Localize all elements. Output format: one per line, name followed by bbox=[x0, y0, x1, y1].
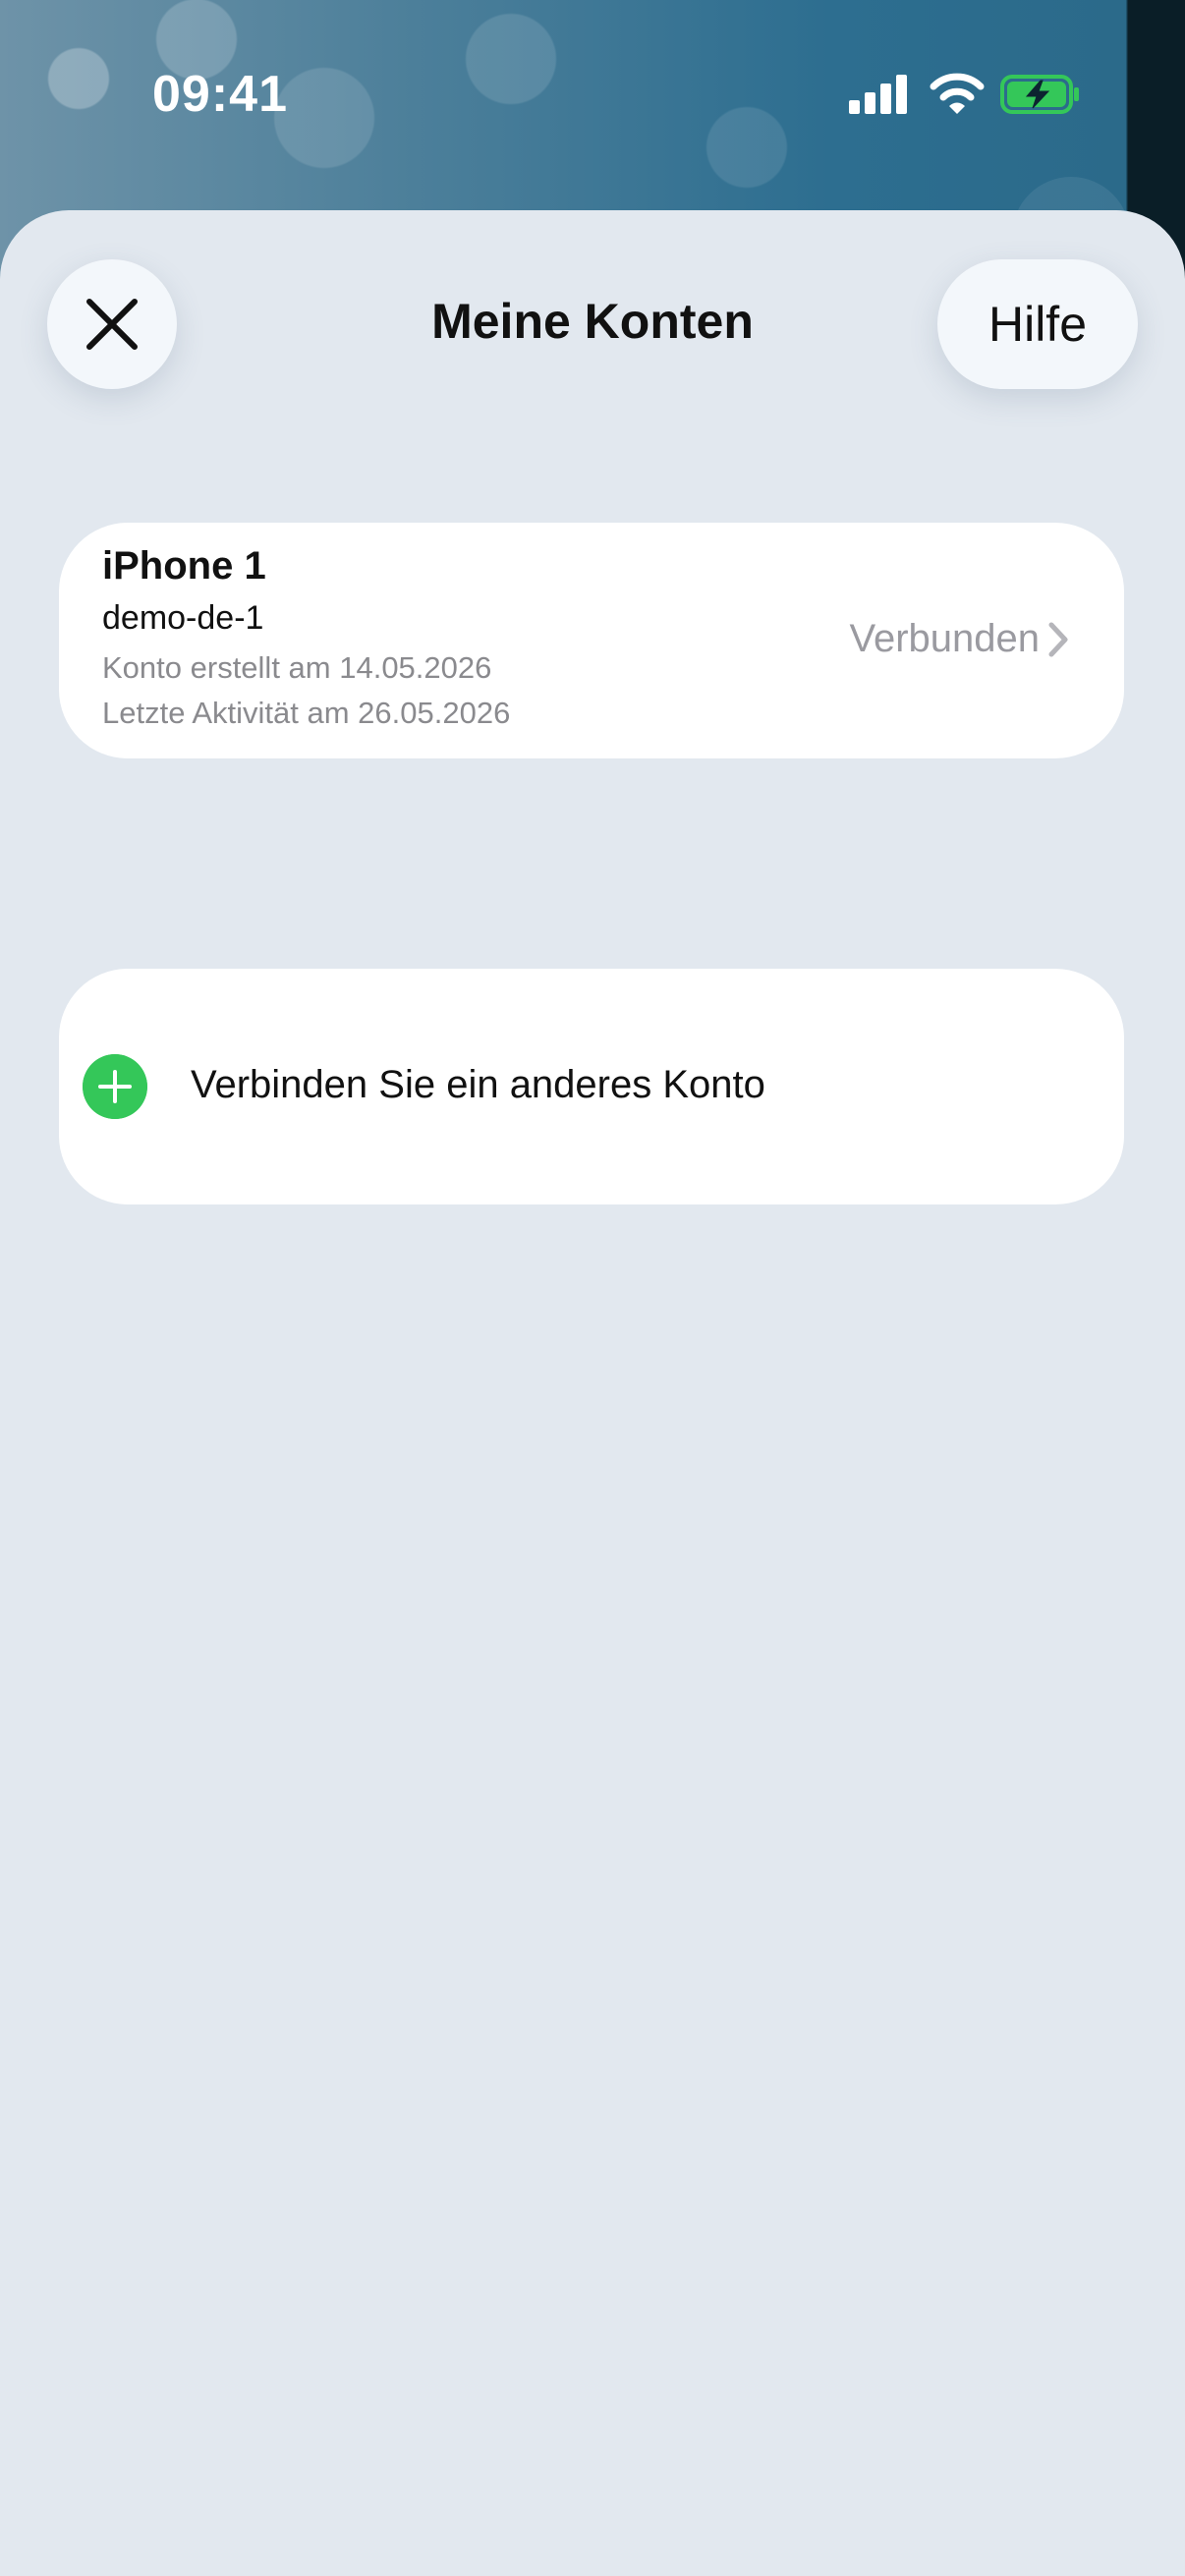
wifi-icon bbox=[930, 73, 985, 114]
status-icons bbox=[845, 69, 1081, 124]
account-last-activity: Letzte Aktivität am 26.05.2026 bbox=[102, 696, 511, 730]
account-id: demo-de-1 bbox=[102, 599, 264, 637]
status-bar: 09:41 bbox=[0, 0, 1185, 187]
connection-status[interactable]: Verbunden bbox=[849, 617, 1069, 661]
chevron-right-icon bbox=[1048, 622, 1068, 656]
connection-status-label: Verbunden bbox=[849, 617, 1040, 660]
accounts-sheet: Meine Konten Hilfe iPhone 1 demo-de-1 Ko… bbox=[0, 210, 1185, 2576]
account-card[interactable]: iPhone 1 demo-de-1 Konto erstellt am 14.… bbox=[59, 523, 1124, 758]
device-name: iPhone 1 bbox=[102, 544, 266, 588]
battery-charging-icon bbox=[1000, 75, 1079, 114]
account-created-date: Konto erstellt am 14.05.2026 bbox=[102, 650, 492, 685]
status-time: 09:41 bbox=[152, 66, 288, 123]
plus-icon bbox=[83, 1054, 147, 1119]
help-button[interactable]: Hilfe bbox=[937, 259, 1138, 389]
connect-account-button[interactable]: Verbinden Sie ein anderes Konto bbox=[59, 969, 1124, 1204]
cellular-signal-icon bbox=[849, 75, 908, 114]
connect-account-label: Verbinden Sie ein anderes Konto bbox=[191, 1063, 765, 1106]
